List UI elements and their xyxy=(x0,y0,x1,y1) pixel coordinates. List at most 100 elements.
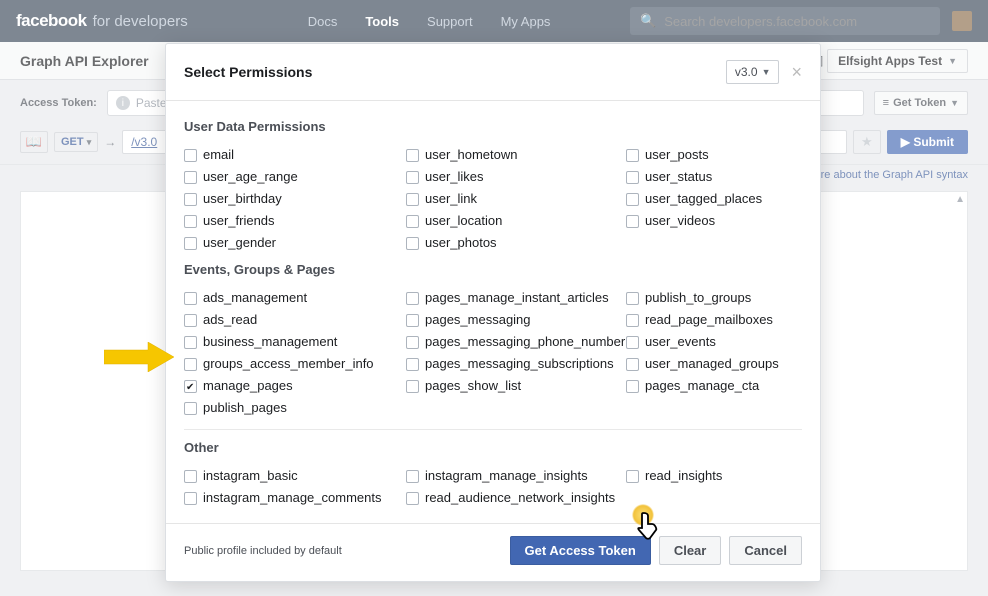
clear-button[interactable]: Clear xyxy=(659,536,722,565)
close-icon[interactable]: × xyxy=(791,62,802,83)
perm-label: ads_read xyxy=(203,311,257,329)
checkbox-icon[interactable] xyxy=(406,171,419,184)
checkbox-icon[interactable] xyxy=(184,492,197,505)
perm-pages_messaging_subscriptions[interactable]: pages_messaging_subscriptions xyxy=(406,353,626,375)
perm-instagram_manage_comments[interactable]: instagram_manage_comments xyxy=(184,487,406,509)
checkbox-icon[interactable] xyxy=(184,380,197,393)
checkbox-icon[interactable] xyxy=(406,314,419,327)
perm-ads_management[interactable]: ads_management xyxy=(184,287,406,309)
perm-user_status[interactable]: user_status xyxy=(626,166,802,188)
checkbox-icon[interactable] xyxy=(184,358,197,371)
checkbox-icon[interactable] xyxy=(406,215,419,228)
checkbox-icon[interactable] xyxy=(406,380,419,393)
perm-manage_pages[interactable]: manage_pages xyxy=(184,375,406,397)
perm-read_audience_network_insights[interactable]: read_audience_network_insights xyxy=(406,487,626,509)
perm-label: instagram_manage_comments xyxy=(203,489,381,507)
checkbox-icon[interactable] xyxy=(184,336,197,349)
perm-ads_read[interactable]: ads_read xyxy=(184,309,406,331)
checkbox-icon[interactable] xyxy=(406,336,419,349)
perm-read_page_mailboxes[interactable]: read_page_mailboxes xyxy=(626,309,802,331)
checkbox-icon[interactable] xyxy=(626,149,639,162)
user-perm-grid: email user_age_range user_birthdayuser_fri… xyxy=(184,144,802,254)
version-select[interactable]: v3.0 ▼ xyxy=(726,60,780,84)
checkbox-icon[interactable] xyxy=(626,215,639,228)
perm-label: user_age_range xyxy=(203,168,298,186)
perm-label: pages_messaging xyxy=(425,311,531,329)
perm-pages_manage_cta[interactable]: pages_manage_cta xyxy=(626,375,802,397)
perm-user_events[interactable]: user_events xyxy=(626,331,802,353)
perm-user_videos[interactable]: user_videos xyxy=(626,210,802,232)
perm-label: user_videos xyxy=(645,212,715,230)
cancel-button[interactable]: Cancel xyxy=(729,536,802,565)
perm-read_insights[interactable]: read_insights xyxy=(626,465,802,487)
checkbox-icon[interactable] xyxy=(184,193,197,206)
checkbox-icon[interactable] xyxy=(184,402,197,415)
perm-label: user_events xyxy=(645,333,716,351)
modal-footer: Public profile included by default Get A… xyxy=(166,523,820,581)
checkbox-icon[interactable] xyxy=(184,314,197,327)
checkbox-icon[interactable] xyxy=(626,380,639,393)
perm-user_birthday[interactable]: user_birthday xyxy=(184,188,406,210)
perm-pages_messaging[interactable]: pages_messaging xyxy=(406,309,626,331)
perm-user_likes[interactable]: user_likes xyxy=(406,166,626,188)
perm-label: user_photos xyxy=(425,234,497,252)
checkbox-icon[interactable] xyxy=(626,470,639,483)
perm-user_hometown[interactable]: user_hometown xyxy=(406,144,626,166)
checkbox-icon[interactable] xyxy=(406,358,419,371)
perm-publish_to_groups[interactable]: publish_to_groups xyxy=(626,287,802,309)
modal-body: User Data Permissions emailuser_age_rang… xyxy=(166,101,820,523)
perm-user_photos[interactable]: user_photos xyxy=(406,232,626,254)
perm-user_friends[interactable]: user_friends xyxy=(184,210,406,232)
checkbox-icon[interactable] xyxy=(626,171,639,184)
perm-user_link[interactable]: user_link xyxy=(406,188,626,210)
perm-email[interactable]: email xyxy=(184,144,406,166)
egp-perm-grid: ads_management ads_read business_managemen… xyxy=(184,287,802,419)
footer-buttons: Get Access Token Clear Cancel xyxy=(510,536,802,565)
checkbox-icon[interactable] xyxy=(184,292,197,305)
checkbox-icon[interactable] xyxy=(184,470,197,483)
checkbox-icon[interactable] xyxy=(626,336,639,349)
checkbox-icon[interactable] xyxy=(184,149,197,162)
perm-pages_manage_instant_articles[interactable]: pages_manage_instant_articles xyxy=(406,287,626,309)
perm-user_age_range[interactable]: user_age_range xyxy=(184,166,406,188)
perm-user_gender[interactable]: user_gender xyxy=(184,232,406,254)
checkbox-icon[interactable] xyxy=(184,171,197,184)
section-other-title: Other xyxy=(184,440,802,455)
checkbox-icon[interactable] xyxy=(626,193,639,206)
perm-user_managed_groups[interactable]: user_managed_groups xyxy=(626,353,802,375)
checkbox-icon[interactable] xyxy=(406,237,419,250)
perm-instagram_manage_insights[interactable]: instagram_manage_insights xyxy=(406,465,626,487)
checkbox-icon[interactable] xyxy=(406,470,419,483)
checkbox-icon[interactable] xyxy=(184,237,197,250)
perm-label: read_insights xyxy=(645,467,722,485)
perm-business_management[interactable]: business_management xyxy=(184,331,406,353)
perm-label: instagram_manage_insights xyxy=(425,467,588,485)
perm-publish_pages[interactable]: publish_pages xyxy=(184,397,406,419)
checkbox-icon[interactable] xyxy=(406,193,419,206)
checkbox-icon[interactable] xyxy=(406,492,419,505)
perm-instagram_basic[interactable]: instagram_basic xyxy=(184,465,406,487)
perm-label: groups_access_member_info xyxy=(203,355,374,373)
perm-groups_access_member_info[interactable]: groups_access_member_info xyxy=(184,353,406,375)
perm-pages_messaging_phone_number[interactable]: pages_messaging_phone_number xyxy=(406,331,626,353)
perm-label: user_managed_groups xyxy=(645,355,779,373)
perm-label: pages_show_list xyxy=(425,377,521,395)
checkbox-icon[interactable] xyxy=(184,215,197,228)
section-egp-title: Events, Groups & Pages xyxy=(184,262,802,277)
checkbox-icon[interactable] xyxy=(626,358,639,371)
modal-header: Select Permissions v3.0 ▼ × xyxy=(166,44,820,101)
chevron-down-icon: ▼ xyxy=(762,67,771,77)
perm-pages_show_list[interactable]: pages_show_list xyxy=(406,375,626,397)
checkbox-icon[interactable] xyxy=(626,292,639,305)
checkbox-icon[interactable] xyxy=(406,149,419,162)
checkbox-icon[interactable] xyxy=(406,292,419,305)
get-access-token-button[interactable]: Get Access Token xyxy=(510,536,651,565)
perm-label: user_link xyxy=(425,190,477,208)
permissions-modal: Select Permissions v3.0 ▼ × User Data Pe… xyxy=(165,43,821,582)
perm-user_location[interactable]: user_location xyxy=(406,210,626,232)
perm-user_tagged_places[interactable]: user_tagged_places xyxy=(626,188,802,210)
divider xyxy=(184,429,802,430)
checkbox-icon[interactable] xyxy=(626,314,639,327)
perm-label: business_management xyxy=(203,333,337,351)
perm-user_posts[interactable]: user_posts xyxy=(626,144,802,166)
